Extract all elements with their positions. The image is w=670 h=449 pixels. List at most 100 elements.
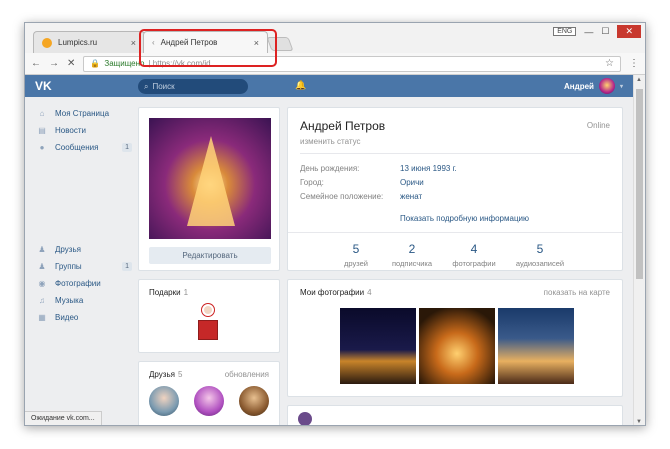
lang-badge[interactable]: ENG (553, 27, 577, 36)
friend-icon: ♟ (38, 245, 46, 254)
lock-icon: 🔒 (90, 59, 101, 68)
left-nav: ⌂ Моя Страница ▤ Новости ● Сообщения 1 ♟ Друз… (37, 105, 132, 326)
page-content: ⌂ Моя Страница ▤ Новости ● Сообщения 1 ♟ Друз… (25, 97, 635, 425)
photos-title: Мои фотографии (300, 288, 365, 297)
count-badge: 1 (122, 143, 132, 152)
browser-window: Lumpics.ru × ‹ Андрей Петров × ENG — ☐ ✕… (24, 22, 646, 426)
sidebar-item-news[interactable]: ▤ Новости (37, 122, 132, 139)
online-label: Online (586, 121, 610, 130)
sidebar-item-label: Музыка (55, 296, 84, 305)
home-icon: ⌂ (39, 109, 45, 118)
sidebar-item-my-page[interactable]: ⌂ Моя Страница (37, 105, 132, 122)
gift-icon[interactable] (194, 304, 222, 342)
sidebar-item-friends[interactable]: ♟ Друзья (37, 241, 132, 258)
sidebar-item-label: Друзья (55, 245, 81, 254)
sidebar-item-label: Группы (55, 262, 82, 271)
friend-avatar[interactable] (239, 386, 269, 416)
user-name: Андрей (564, 81, 594, 91)
sidebar-item-label: Сообщения (55, 143, 99, 152)
avatar (598, 78, 615, 94)
close-button[interactable]: ✕ (617, 25, 641, 38)
message-icon: ● (39, 143, 45, 152)
friends-card: Друзья 5 обновления (138, 361, 280, 425)
gifts-header[interactable]: Подарки 1 (149, 288, 188, 297)
bell-icon[interactable]: 🔔 (295, 80, 306, 91)
friend-avatar[interactable] (149, 386, 179, 416)
photo-thumbnail[interactable] (419, 308, 495, 384)
camera-icon: ◉ (38, 279, 46, 288)
scroll-up-icon[interactable]: ▲ (636, 77, 642, 83)
profile-info-card: Андрей Петров изменить статус Online Ден… (287, 107, 623, 271)
search-placeholder: Поиск (152, 82, 175, 91)
scroll-thumb[interactable] (636, 89, 643, 279)
vk-header: VK ⌕ Поиск 🔔 Андрей ▾ (25, 75, 635, 97)
gifts-card: Подарки 1 (138, 279, 280, 353)
show-on-map-link[interactable]: показать на карте (544, 288, 610, 297)
stop-icon[interactable]: ✕ (67, 58, 75, 69)
gift-box (198, 320, 218, 340)
sidebar-item-label: Видео (55, 313, 79, 322)
tab-title: Lumpics.ru (58, 38, 98, 47)
birthday-link[interactable]: 13 июня 1993 г. (400, 164, 457, 173)
profile-photo[interactable] (149, 118, 271, 239)
music-icon: ♫ (39, 296, 45, 305)
avatar (298, 412, 312, 425)
show-more-link[interactable]: Показать подробную информацию (400, 214, 529, 223)
user-menu[interactable]: Андрей ▾ (564, 78, 623, 94)
photo-thumbnail[interactable] (340, 308, 416, 384)
title-bar: Lumpics.ru × ‹ Андрей Петров × ENG — ☐ ✕ (25, 23, 645, 67)
vk-logo[interactable]: VK (35, 79, 52, 93)
search-icon: ⌕ (144, 81, 149, 91)
scroll-down-icon[interactable]: ▼ (636, 419, 642, 425)
tab-close-icon[interactable]: × (131, 38, 136, 48)
lumpics-favicon-icon (42, 37, 52, 48)
gifts-title: Подарки (149, 288, 181, 297)
tab-lumpics[interactable]: Lumpics.ru × (33, 31, 145, 53)
gift-head (202, 304, 214, 316)
stat-label: аудиозаписей (515, 259, 565, 268)
stat-audio[interactable]: 5 аудиозаписей (500, 242, 580, 268)
friends-header[interactable]: Друзья 5 (149, 370, 182, 379)
video-icon: ▦ (38, 313, 46, 322)
group-icon: ♟ (38, 262, 46, 271)
page-title: Андрей Петров (300, 119, 386, 133)
minimize-button[interactable]: — (584, 27, 593, 37)
search-input[interactable]: ⌕ Поиск (138, 79, 248, 94)
chevron-down-icon: ▾ (619, 83, 623, 90)
friends-title: Друзья (149, 370, 175, 379)
sidebar-item-video[interactable]: ▦ Видео (37, 309, 132, 326)
friend-avatar[interactable] (194, 386, 224, 416)
count-badge: 1 (122, 262, 132, 271)
back-icon[interactable]: ← (31, 58, 41, 69)
family-status-link[interactable]: женат (400, 192, 422, 201)
menu-icon[interactable]: ⋮ (629, 58, 639, 69)
sidebar-item-photos[interactable]: ◉ Фотографии (37, 275, 132, 292)
field-label: Город: (300, 178, 324, 187)
maximize-button[interactable]: ☐ (601, 26, 609, 37)
sidebar-item-label: Моя Страница (55, 109, 110, 118)
photos-header[interactable]: Мои фотографии 4 (300, 288, 372, 297)
field-label: День рождения: (300, 164, 360, 173)
sidebar-item-label: Новости (55, 126, 86, 135)
photo-thumbnail[interactable] (498, 308, 574, 384)
sidebar-item-music[interactable]: ♫ Музыка (37, 292, 132, 309)
divider (288, 232, 622, 233)
friends-updates-link[interactable]: обновления (225, 370, 269, 379)
status-link[interactable]: изменить статус (300, 137, 361, 146)
sidebar-item-messages[interactable]: ● Сообщения 1 (37, 139, 132, 156)
address-bar: ← → ✕ 🔒 Защищено | https://vk.com/id... … (25, 53, 645, 75)
stat-number: 5 (536, 242, 544, 256)
status-bar: Ожидание vk.com... (25, 411, 102, 425)
sidebar-item-label: Фотографии (55, 279, 101, 288)
city-link[interactable]: Оричи (400, 178, 424, 187)
my-photos-card: Мои фотографии 4 показать на карте (287, 279, 623, 397)
edit-button[interactable]: Редактировать (149, 247, 271, 264)
post-card (287, 405, 623, 425)
forward-icon[interactable]: → (49, 58, 59, 69)
profile-photo-card: Редактировать (138, 107, 280, 271)
star-icon[interactable]: ☆ (605, 58, 614, 69)
scrollbar[interactable]: ▲ ▼ (633, 75, 645, 425)
window-controls: ENG — ☐ ✕ (553, 25, 641, 38)
sidebar-item-groups[interactable]: ♟ Группы 1 (37, 258, 132, 275)
